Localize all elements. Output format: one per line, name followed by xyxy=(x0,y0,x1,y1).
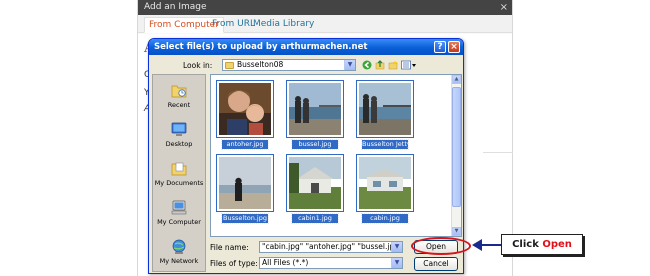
modal-title: Add an Image xyxy=(144,2,207,12)
thumbnail-frame xyxy=(216,80,274,138)
dialog-close-button[interactable]: × xyxy=(448,41,460,53)
file-type-label: Files of type: xyxy=(210,259,258,268)
back-icon[interactable] xyxy=(362,60,372,70)
place-label: Desktop xyxy=(165,140,193,148)
help-button[interactable]: ? xyxy=(434,41,446,53)
look-in-label: Look in: xyxy=(183,61,213,70)
file-item-bussel[interactable]: bussel.jpg xyxy=(286,80,344,150)
file-item-antoher[interactable]: antoher.jpg xyxy=(216,80,274,150)
file-name: antoher.jpg xyxy=(221,139,269,150)
divider xyxy=(483,152,513,153)
places-bar: Recent Desktop My Documents My Computer … xyxy=(152,74,206,272)
new-folder-icon[interactable] xyxy=(388,60,398,70)
place-my-computer[interactable]: My Computer xyxy=(153,200,205,226)
thumbnail-image xyxy=(219,83,271,135)
pointer-arrow-line xyxy=(480,244,502,246)
cancel-button[interactable]: Cancel xyxy=(414,257,458,271)
callout-highlight: Open xyxy=(542,239,572,250)
place-my-documents[interactable]: My Documents xyxy=(153,161,205,187)
instruction-callout: Click Open xyxy=(501,234,583,255)
file-name: Busselton Jetty.jpg xyxy=(361,139,409,150)
place-my-network[interactable]: My Network xyxy=(153,239,205,265)
thumbnail-image xyxy=(219,157,271,209)
views-menu-icon[interactable] xyxy=(401,60,417,70)
look-in-value: Busselton08 xyxy=(237,60,284,69)
file-name: bussel.jpg xyxy=(291,139,339,150)
file-type-select[interactable]: All Files (*.*) ▼ xyxy=(259,257,403,269)
file-item-busselton-jetty[interactable]: Busselton Jetty.jpg xyxy=(356,80,414,150)
thumbnail-image xyxy=(359,83,411,135)
file-list[interactable]: antoher.jpg bussel.jpg Busselton Jett Bu… xyxy=(210,74,462,237)
thumbnail-frame xyxy=(286,154,344,212)
chevron-down-icon[interactable]: ▼ xyxy=(344,60,355,70)
up-folder-icon[interactable] xyxy=(375,60,385,70)
thumbnail-frame xyxy=(356,80,414,138)
thumbnail-frame xyxy=(286,80,344,138)
callout-prefix: Click xyxy=(512,239,543,250)
chevron-down-icon[interactable]: ▼ xyxy=(391,258,402,268)
dialog-title: Select file(s) to upload by arthurmachen… xyxy=(154,42,368,52)
folder-icon xyxy=(225,61,234,69)
my-computer-icon xyxy=(171,200,187,215)
tab-media-library[interactable]: Media Library xyxy=(249,17,318,33)
arrow-left-icon xyxy=(472,239,482,251)
file-item-cabin1[interactable]: cabin1.jpg xyxy=(286,154,344,224)
chevron-down-icon[interactable]: ▼ xyxy=(391,242,402,252)
file-item-busselton[interactable]: Busselton.jpg xyxy=(216,154,274,224)
highlight-ring xyxy=(411,237,471,255)
scroll-thumb[interactable] xyxy=(452,87,461,207)
modal-close-button[interactable]: × xyxy=(500,0,508,15)
scroll-up-icon[interactable]: ▲ xyxy=(452,75,461,84)
place-label: My Documents xyxy=(154,179,204,187)
file-name-input[interactable]: "cabin.jpg" "antoher.jpg" "bussel.jpg" "… xyxy=(259,241,403,253)
scroll-down-icon[interactable]: ▼ xyxy=(452,227,461,236)
recent-icon xyxy=(171,85,187,98)
file-name: cabin1.jpg xyxy=(291,213,339,224)
thumbnail-frame xyxy=(216,154,274,212)
file-upload-dialog: Select file(s) to upload by arthurmachen… xyxy=(148,38,464,274)
file-name: cabin.jpg xyxy=(361,213,409,224)
place-label: Recent xyxy=(167,101,191,109)
screenshot-stage: Add an Image × From Computer From URL Me… xyxy=(0,0,650,276)
place-desktop[interactable]: Desktop xyxy=(153,122,205,148)
my-network-icon xyxy=(172,239,186,254)
thumbnail-image xyxy=(289,83,341,135)
place-label: My Network xyxy=(159,257,199,265)
file-name: Busselton.jpg xyxy=(221,213,269,224)
file-type-value: All Files (*.*) xyxy=(262,258,309,267)
modal-tabs: From Computer From URL Media Library xyxy=(138,15,512,33)
thumbnail-image xyxy=(289,157,341,209)
dialog-titlebar: Select file(s) to upload by arthurmachen… xyxy=(149,39,463,55)
file-item-cabin[interactable]: cabin.jpg xyxy=(356,154,414,224)
desktop-icon xyxy=(171,122,187,136)
thumbnail-image xyxy=(359,157,411,209)
file-name-label: File name: xyxy=(210,243,249,252)
look-in-select[interactable]: Busselton08 ▼ xyxy=(222,59,356,71)
my-documents-icon xyxy=(171,162,187,176)
modal-titlebar: Add an Image × xyxy=(138,0,512,15)
vertical-scrollbar[interactable]: ▲ ▼ xyxy=(451,75,461,236)
thumbnail-frame xyxy=(356,154,414,212)
place-label: My Computer xyxy=(157,218,201,226)
place-recent[interactable]: Recent xyxy=(153,83,205,109)
file-name-value: "cabin.jpg" "antoher.jpg" "bussel.jpg" "… xyxy=(262,242,403,251)
